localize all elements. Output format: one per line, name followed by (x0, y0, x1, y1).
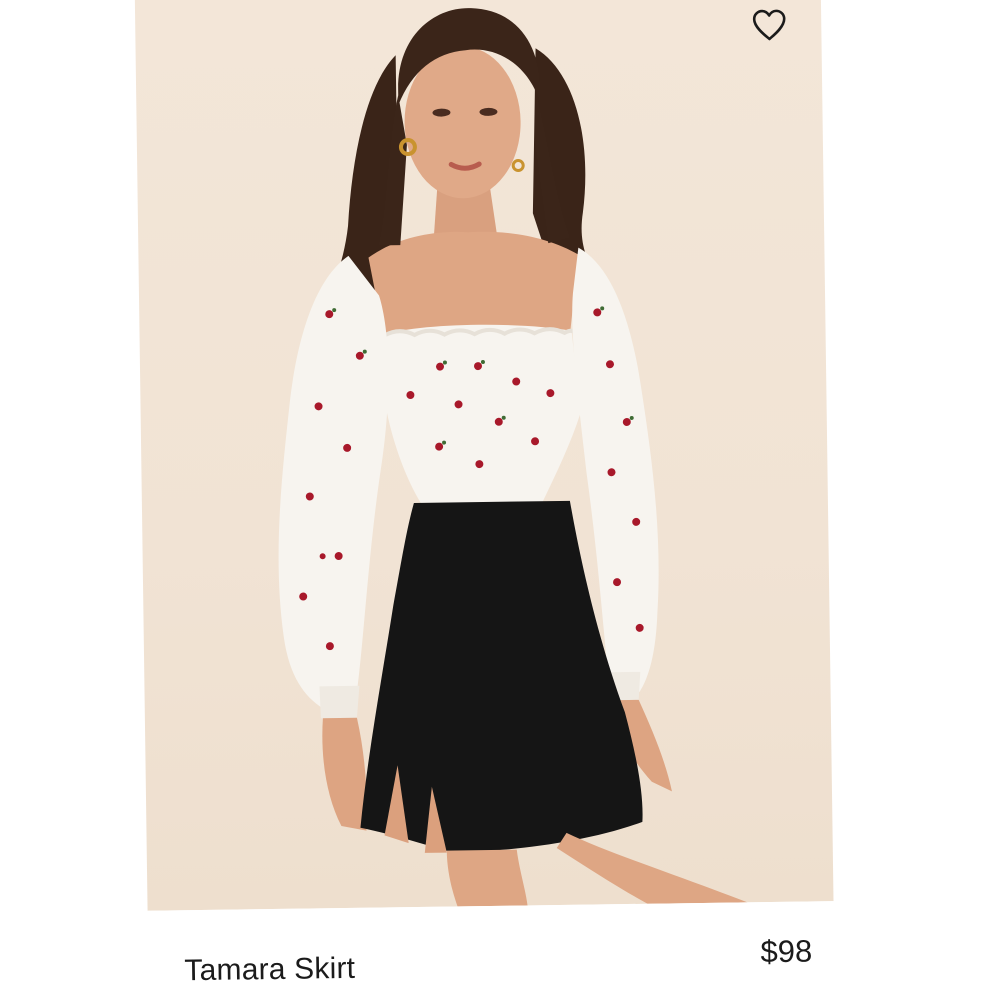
favorite-button[interactable] (751, 8, 796, 53)
product-card[interactable]: Tamara Skirt $98 (134, 0, 836, 1000)
product-image[interactable] (134, 0, 834, 911)
product-page: Tamara Skirt $98 (0, 0, 1000, 1000)
product-info-bar: Tamara Skirt $98 (147, 901, 835, 1000)
product-price: $98 (760, 933, 813, 970)
model-illustration (278, 8, 748, 907)
product-name[interactable]: Tamara Skirt (184, 952, 355, 988)
